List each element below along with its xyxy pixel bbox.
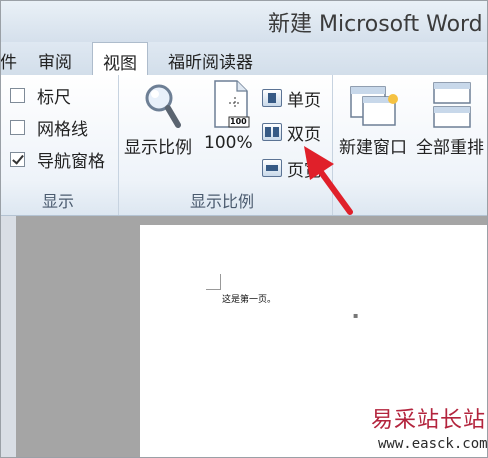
image-border: [0, 0, 488, 458]
